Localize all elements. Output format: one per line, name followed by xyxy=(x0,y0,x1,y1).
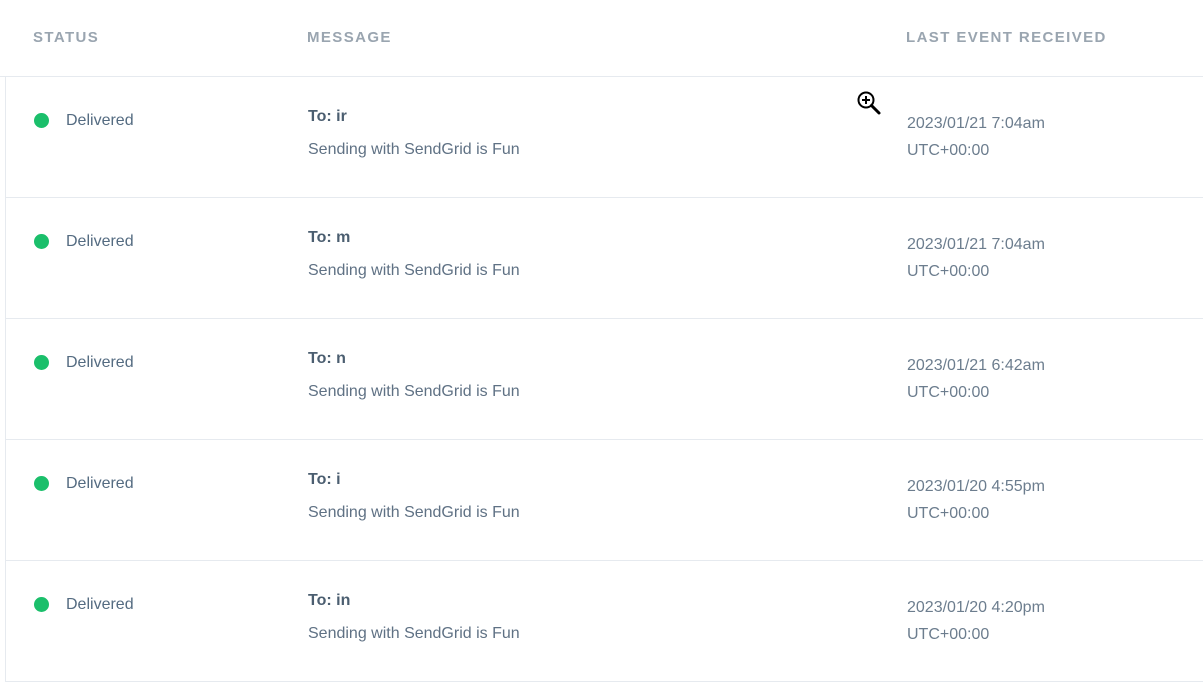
event-timezone: UTC+00:00 xyxy=(907,626,990,643)
delivered-status-icon xyxy=(34,234,49,249)
table-row[interactable]: Delivered To: n Sending with SendGrid is… xyxy=(5,319,1203,440)
table-row[interactable]: Delivered To: in Sending with SendGrid i… xyxy=(5,561,1203,682)
recipient-label: To: m xyxy=(308,229,351,246)
event-date: 2023/01/21 6:42am xyxy=(907,357,1045,374)
recipient-label: To: ir xyxy=(308,108,347,125)
status-label: Delivered xyxy=(66,233,134,250)
table-header: STATUS MESSAGE LAST EVENT RECEIVED xyxy=(0,0,1203,77)
message-subject: Sending with SendGrid is Fun xyxy=(308,141,520,158)
event-timezone: UTC+00:00 xyxy=(907,505,990,522)
delivered-status-icon xyxy=(34,597,49,612)
recipient-label: To: in xyxy=(308,592,351,609)
message-subject: Sending with SendGrid is Fun xyxy=(308,383,520,400)
delivered-status-icon xyxy=(34,355,49,370)
delivered-status-icon xyxy=(34,113,49,128)
recipient-label: To: i xyxy=(308,471,341,488)
email-activity-table: STATUS MESSAGE LAST EVENT RECEIVED Deliv… xyxy=(0,0,1203,688)
status-label: Delivered xyxy=(66,112,134,129)
table-body: Delivered To: ir Sending with SendGrid i… xyxy=(5,77,1203,682)
event-date: 2023/01/21 7:04am xyxy=(907,236,1045,253)
status-label: Delivered xyxy=(66,475,134,492)
event-timezone: UTC+00:00 xyxy=(907,384,990,401)
status-label: Delivered xyxy=(66,354,134,371)
status-label: Delivered xyxy=(66,596,134,613)
delivered-status-icon xyxy=(34,476,49,491)
column-header-message[interactable]: MESSAGE xyxy=(307,29,392,46)
table-row[interactable]: Delivered To: m Sending with SendGrid is… xyxy=(5,198,1203,319)
column-header-status[interactable]: STATUS xyxy=(33,29,99,46)
event-date: 2023/01/21 7:04am xyxy=(907,115,1045,132)
message-subject: Sending with SendGrid is Fun xyxy=(308,504,520,521)
event-timezone: UTC+00:00 xyxy=(907,142,990,159)
event-date: 2023/01/20 4:20pm xyxy=(907,599,1045,616)
message-subject: Sending with SendGrid is Fun xyxy=(308,625,520,642)
recipient-label: To: n xyxy=(308,350,346,367)
zoom-in-icon xyxy=(857,91,881,115)
table-row[interactable]: Delivered To: ir Sending with SendGrid i… xyxy=(5,77,1203,198)
table-row[interactable]: Delivered To: i Sending with SendGrid is… xyxy=(5,440,1203,561)
message-subject: Sending with SendGrid is Fun xyxy=(308,262,520,279)
event-date: 2023/01/20 4:55pm xyxy=(907,478,1045,495)
event-timezone: UTC+00:00 xyxy=(907,263,990,280)
column-header-last-event[interactable]: LAST EVENT RECEIVED xyxy=(906,29,1107,46)
